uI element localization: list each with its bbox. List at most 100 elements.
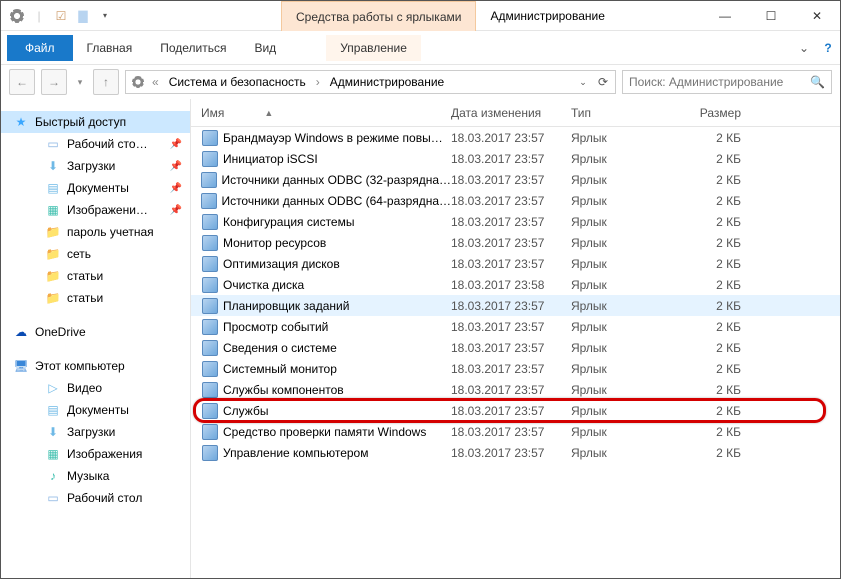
address-bar[interactable]: « Система и безопасность › Администриров… <box>125 70 616 94</box>
nav-quick-item[interactable]: 📁статьи <box>1 265 190 287</box>
breadcrumb-sep-icon[interactable]: « <box>150 75 161 89</box>
file-date: 18.03.2017 23:57 <box>451 194 571 208</box>
file-row[interactable]: Службы18.03.2017 23:57Ярлык2 КБ <box>191 400 840 421</box>
nav-onedrive[interactable]: ☁ OneDrive <box>1 321 190 343</box>
search-icon[interactable]: 🔍 <box>810 75 825 89</box>
nav-quick-item[interactable]: 📁статьи <box>1 287 190 309</box>
col-date[interactable]: Дата изменения <box>451 106 571 120</box>
file-type: Ярлык <box>571 131 681 145</box>
nav-this-pc[interactable]: 🖥 Этот компьютер <box>1 355 190 377</box>
file-row[interactable]: Средство проверки памяти Windows18.03.20… <box>191 421 840 442</box>
tab-share[interactable]: Поделиться <box>146 35 240 61</box>
nav-pc-item[interactable]: ▦Изображения <box>1 443 190 465</box>
nav-label: Быстрый доступ <box>35 115 126 129</box>
nav-quick-item[interactable]: 📁сеть <box>1 243 190 265</box>
properties-icon[interactable]: ☑ <box>53 8 69 24</box>
window-buttons: — ☐ ✕ <box>702 1 840 30</box>
breadcrumb-sep-icon[interactable]: › <box>314 75 322 89</box>
dl-icon: ⬇ <box>45 158 61 174</box>
nav-pc-item[interactable]: ▭Рабочий стол <box>1 487 190 509</box>
file-date: 18.03.2017 23:57 <box>451 131 571 145</box>
file-type: Ярлык <box>571 404 681 418</box>
file-row[interactable]: Службы компонентов18.03.2017 23:57Ярлык2… <box>191 379 840 400</box>
shortcut-icon <box>201 214 219 230</box>
file-date: 18.03.2017 23:57 <box>451 425 571 439</box>
file-type: Ярлык <box>571 152 681 166</box>
pin-icon: 📌 <box>170 205 182 216</box>
nav-pc-item[interactable]: ▤Документы <box>1 399 190 421</box>
file-row[interactable]: Просмотр событий18.03.2017 23:57Ярлык2 К… <box>191 316 840 337</box>
file-row[interactable]: Источники данных ODBC (32-разрядна…18.03… <box>191 169 840 190</box>
window-title: Администрирование <box>476 1 702 30</box>
file-row[interactable]: Источники данных ODBC (64-разрядна…18.03… <box>191 190 840 211</box>
refresh-icon[interactable]: ⟳ <box>595 74 611 90</box>
file-row[interactable]: Системный монитор18.03.2017 23:57Ярлык2 … <box>191 358 840 379</box>
file-row[interactable]: Сведения о системе18.03.2017 23:57Ярлык2… <box>191 337 840 358</box>
column-headers[interactable]: Имя▲ Дата изменения Тип Размер <box>191 99 840 127</box>
tab-file[interactable]: Файл <box>7 35 73 61</box>
file-size: 2 КБ <box>681 425 761 439</box>
nav-forward-button[interactable]: → <box>41 69 67 95</box>
drive-icon: ▭ <box>45 490 61 506</box>
file-size: 2 КБ <box>681 215 761 229</box>
nav-label: Этот компьютер <box>35 359 125 373</box>
nav-quick-item[interactable]: ▭Рабочий сто…📌 <box>1 133 190 155</box>
contextual-tab-shortcut-tools[interactable]: Средства работы с ярлыками <box>281 1 476 31</box>
address-row: ← → ▾ ↑ « Система и безопасность › Админ… <box>1 65 840 99</box>
new-folder-icon[interactable]: ▇ <box>75 8 91 24</box>
shortcut-icon <box>201 319 219 335</box>
file-size: 2 КБ <box>681 194 761 208</box>
nav-pc-item[interactable]: ▷Видео <box>1 377 190 399</box>
file-row[interactable]: Очистка диска18.03.2017 23:58Ярлык2 КБ <box>191 274 840 295</box>
tab-manage[interactable]: Управление <box>326 35 421 61</box>
explorer-window: | ☑ ▇ ▾ Средства работы с ярлыками Админ… <box>0 0 841 579</box>
nav-quick-item[interactable]: ⬇Загрузки📌 <box>1 155 190 177</box>
star-icon: ★ <box>13 114 29 130</box>
file-row[interactable]: Планировщик заданий18.03.2017 23:57Ярлык… <box>191 295 840 316</box>
file-name: Оптимизация дисков <box>223 257 340 271</box>
doc-icon: ▤ <box>45 402 61 418</box>
nav-back-button[interactable]: ← <box>9 69 35 95</box>
nav-quick-item[interactable]: ▤Документы📌 <box>1 177 190 199</box>
navigation-pane[interactable]: ★ Быстрый доступ ▭Рабочий сто…📌⬇Загрузки… <box>1 99 191 578</box>
breadcrumb-1[interactable]: Администрирование <box>326 75 448 89</box>
file-row[interactable]: Конфигурация системы18.03.2017 23:57Ярлы… <box>191 211 840 232</box>
nav-quick-access[interactable]: ★ Быстрый доступ <box>1 111 190 133</box>
nav-pc-item[interactable]: ⬇Загрузки <box>1 421 190 443</box>
file-row[interactable]: Брандмауэр Windows в режиме повы…18.03.2… <box>191 127 840 148</box>
search-input[interactable] <box>629 75 804 89</box>
ribbon-expand-icon[interactable]: ⌄ <box>792 41 816 55</box>
file-row[interactable]: Оптимизация дисков18.03.2017 23:57Ярлык2… <box>191 253 840 274</box>
tab-home[interactable]: Главная <box>73 35 147 61</box>
qat-dropdown-icon[interactable]: ▾ <box>97 8 113 24</box>
nav-item-label: Видео <box>67 381 102 395</box>
file-type: Ярлык <box>571 320 681 334</box>
nav-quick-item[interactable]: 📁пароль учетная <box>1 221 190 243</box>
col-type[interactable]: Тип <box>571 106 681 120</box>
file-row[interactable]: Управление компьютером18.03.2017 23:57Яр… <box>191 442 840 463</box>
address-dropdown-icon[interactable]: ⌄ <box>575 74 591 90</box>
help-icon[interactable]: ? <box>816 41 840 55</box>
file-row[interactable]: Инициатор iSCSI18.03.2017 23:57Ярлык2 КБ <box>191 148 840 169</box>
pc-icon: 🖥 <box>13 358 29 374</box>
titlebar: | ☑ ▇ ▾ Средства работы с ярлыками Админ… <box>1 1 840 31</box>
minimize-button[interactable]: — <box>702 1 748 30</box>
maximize-button[interactable]: ☐ <box>748 1 794 30</box>
col-name[interactable]: Имя▲ <box>201 106 451 120</box>
shortcut-icon <box>201 235 219 251</box>
nav-quick-item[interactable]: ▦Изображени…📌 <box>1 199 190 221</box>
file-row[interactable]: Монитор ресурсов18.03.2017 23:57Ярлык2 К… <box>191 232 840 253</box>
nav-pc-item[interactable]: ♪Музыка <box>1 465 190 487</box>
file-name: Источники данных ODBC (32-разрядна… <box>221 173 451 187</box>
file-name: Источники данных ODBC (64-разрядна… <box>221 194 451 208</box>
nav-up-button[interactable]: ↑ <box>93 69 119 95</box>
shortcut-icon <box>201 361 219 377</box>
file-date: 18.03.2017 23:57 <box>451 320 571 334</box>
nav-history-button[interactable]: ▾ <box>73 69 87 95</box>
close-button[interactable]: ✕ <box>794 1 840 30</box>
shortcut-icon <box>201 382 219 398</box>
breadcrumb-0[interactable]: Система и безопасность <box>165 75 310 89</box>
search-box[interactable]: 🔍 <box>622 70 832 94</box>
tab-view[interactable]: Вид <box>240 35 290 61</box>
col-size[interactable]: Размер <box>681 106 761 120</box>
